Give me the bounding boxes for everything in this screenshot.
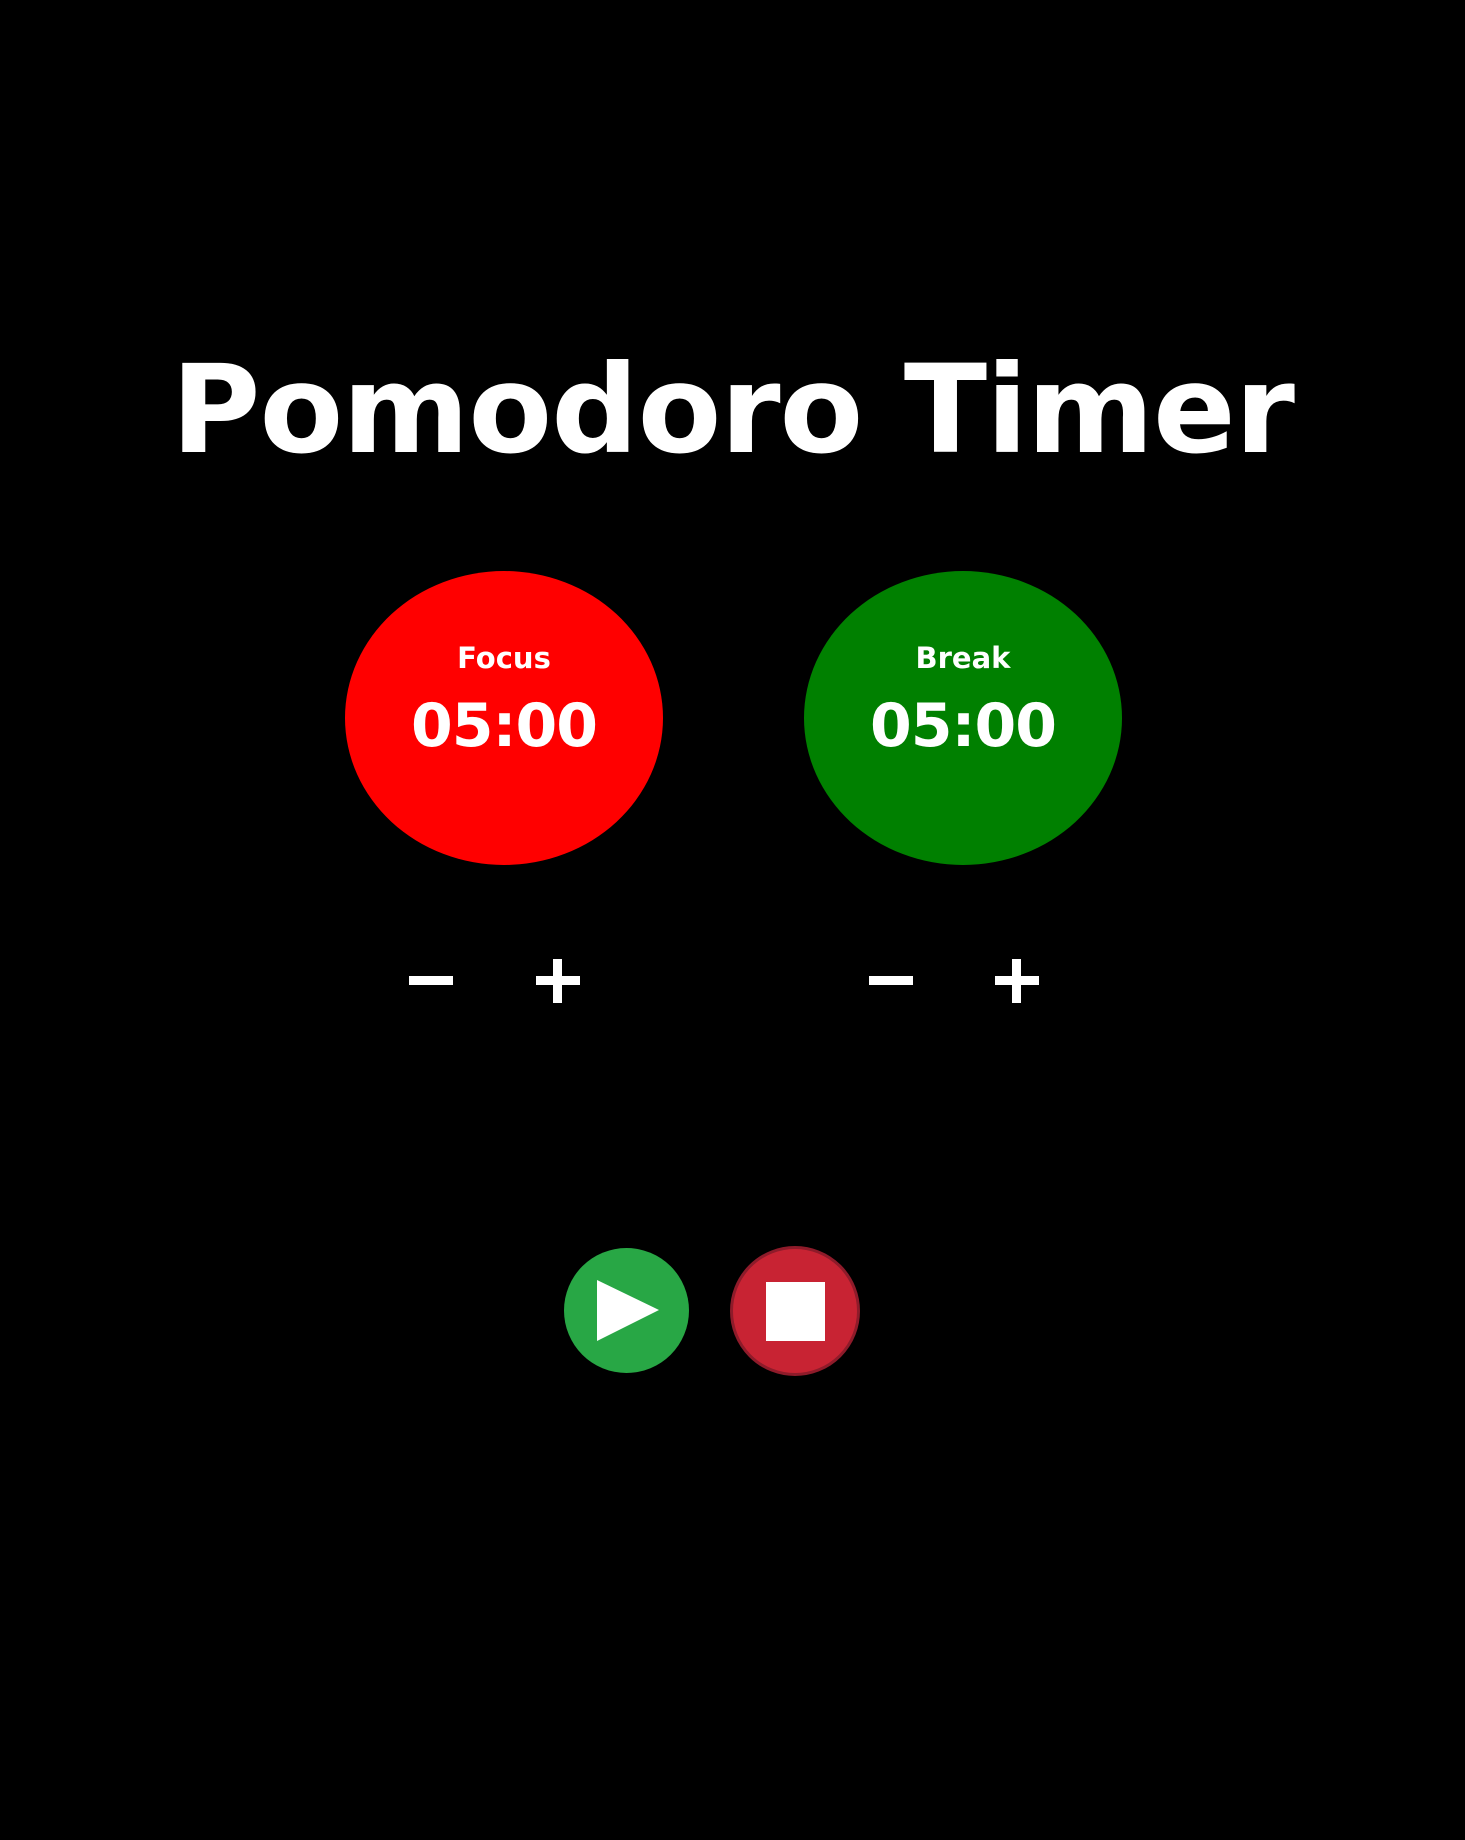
focus-decrease-button[interactable]	[395, 945, 467, 1017]
break-timer-value: 05:00	[870, 691, 1057, 761]
break-timer-circle: Break 05:00	[804, 571, 1122, 865]
minus-icon	[869, 976, 913, 985]
focus-timer-value: 05:00	[411, 691, 598, 761]
focus-increase-button[interactable]	[522, 945, 594, 1017]
page-title: Pomodoro Timer	[171, 339, 1295, 481]
stop-icon	[765, 1281, 825, 1341]
play-icon	[597, 1280, 659, 1341]
minus-icon	[409, 976, 453, 985]
break-timer-label: Break	[915, 641, 1011, 675]
stop-button[interactable]	[730, 1246, 860, 1376]
focus-timer-circle: Focus 05:00	[345, 571, 663, 865]
focus-timer-label: Focus	[457, 641, 551, 675]
start-button[interactable]	[564, 1248, 689, 1373]
break-decrease-button[interactable]	[855, 945, 927, 1017]
pomodoro-page: Pomodoro Timer Focus 05:00 Break 05:00	[0, 0, 1465, 1840]
break-increase-button[interactable]	[981, 945, 1053, 1017]
